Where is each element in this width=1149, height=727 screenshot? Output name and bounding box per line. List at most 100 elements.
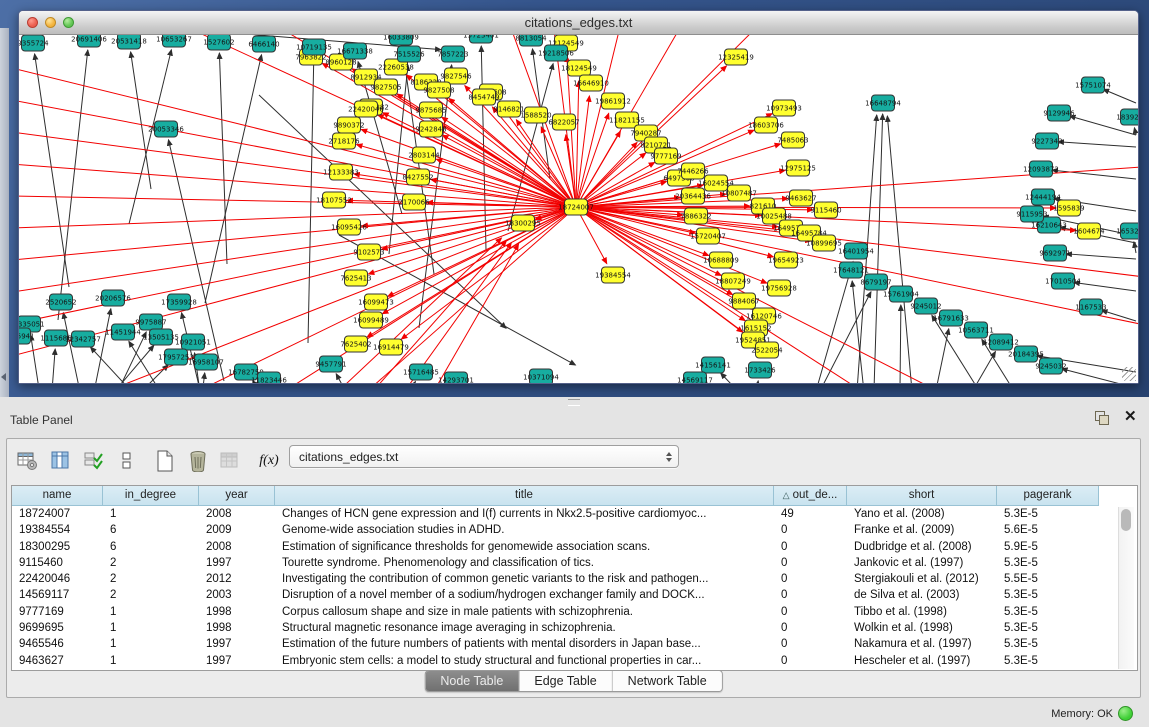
cell-in_degree[interactable]: 6 [103,522,199,538]
delete-button[interactable] [185,449,211,473]
table-row[interactable]: 977716911998Corpus callosum shape and si… [12,604,1137,620]
cell-in_degree[interactable]: 2 [103,571,199,587]
cell-out_de[interactable]: 0 [774,571,847,587]
table-settings-button[interactable] [15,449,41,473]
graph-node-yellow[interactable]: 7886322 [680,208,711,224]
cell-short[interactable]: Yano et al. (2008) [847,506,997,522]
graph-node-yellow[interactable]: 9827505 [370,79,401,95]
graph-node-yellow[interactable]: 10688809 [703,252,739,268]
graph-node-teal[interactable]: 17359928 [161,294,197,310]
cell-name[interactable]: 9699695 [12,620,103,636]
graph-node-yellow[interactable]: 2170066 [398,194,430,210]
table-select-dropdown[interactable]: citations_edges.txt [289,445,679,468]
graph-node-yellow[interactable]: 1595839 [1053,200,1084,216]
graph-node-yellow[interactable]: 19756928 [761,280,797,296]
cell-name[interactable]: 9115460 [12,555,103,571]
cell-year[interactable]: 1998 [199,620,275,636]
graph-node-teal[interactable]: 8813054 [515,35,547,46]
graph-node-yellow[interactable]: 9777169 [650,148,681,164]
graph-node-teal[interactable]: 16791633 [933,310,969,326]
graph-node-yellow[interactable]: 1588520 [520,107,551,123]
graph-node-teal[interactable]: 10653267 [156,35,192,47]
graph-node-yellow[interactable]: 9463627 [785,190,816,206]
graph-node-teal[interactable]: 14569117 [677,372,713,383]
cell-pagerank[interactable]: 5.3E-5 [997,587,1099,603]
graph-node-teal[interactable]: 12444194 [1025,189,1061,205]
cell-year[interactable]: 2008 [199,506,275,522]
graph-node-teal[interactable]: 13505135 [143,329,179,345]
close-panel-icon[interactable]: ✕ [1124,407,1137,425]
cell-out_de[interactable]: 49 [774,506,847,522]
table-row[interactable]: 1938455462009Genome-wide association stu… [12,522,1137,538]
cell-title[interactable]: Genome-wide association studies in ADHD. [275,522,774,538]
graph-node-yellow[interactable]: 9102573 [353,244,384,260]
graph-node-yellow[interactable]: 18107552 [316,192,352,208]
cell-name[interactable]: 18300295 [12,539,103,555]
graph-node-teal[interactable]: 9355724 [19,35,49,51]
cell-in_degree[interactable]: 1 [103,604,199,620]
graph-node-teal[interactable]: 20531418 [111,35,147,49]
cell-name[interactable]: 22420046 [12,571,103,587]
graph-node-yellow[interactable]: 2718176 [328,133,360,149]
graph-node-yellow[interactable]: 7625413 [340,270,371,286]
column-header-in_degree[interactable]: in_degree [103,486,199,506]
cell-pagerank[interactable]: 5.3E-5 [997,636,1099,652]
graph-node-yellow[interactable]: 1604674 [1073,223,1105,239]
cell-name[interactable]: 9465546 [12,636,103,652]
panel-splitter[interactable] [568,399,580,406]
table-scrollbar-thumb[interactable] [1121,509,1131,531]
cell-short[interactable]: de Silva et al. (2003) [847,587,997,603]
graph-node-teal[interactable]: 20184395 [1008,346,1044,362]
table-row[interactable]: 2242004622012Investigating the contribut… [12,571,1137,587]
cell-year[interactable]: 2012 [199,571,275,587]
resize-grip[interactable] [1122,367,1136,381]
column-checklist-button[interactable] [81,449,107,473]
graph-node-teal[interactable]: 15723401 [463,35,499,43]
cell-out_de[interactable]: 0 [774,539,847,555]
cell-title[interactable]: Estimation of the future numbers of pati… [275,636,774,652]
graph-node-teal[interactable]: 9692971 [1039,245,1070,261]
graph-node-teal[interactable]: 15761904 [883,286,919,302]
graph-node-yellow[interactable]: 9827508 [423,82,454,98]
graph-node-yellow[interactable]: 6822057 [548,114,579,130]
cell-title[interactable]: Structural magnetic resonance image aver… [275,620,774,636]
cell-year[interactable]: 1998 [199,604,275,620]
cell-name[interactable]: 9777169 [12,604,103,620]
cell-title[interactable]: Embryonic stem cells: a model to study s… [275,653,774,669]
graph-node-teal[interactable]: 14156141 [695,357,731,373]
cell-in_degree[interactable]: 6 [103,539,199,555]
graph-node-yellow[interactable]: 19654923 [768,252,804,268]
graph-node-yellow[interactable]: 9890372 [333,117,364,133]
graph-node-teal[interactable]: 7857223 [437,46,468,62]
cell-pagerank[interactable]: 5.6E-5 [997,522,1099,538]
cell-short[interactable]: Jankovic et al. (1997) [847,555,997,571]
graph-node-teal[interactable]: 16033809 [383,35,419,45]
cell-short[interactable]: Tibbo et al. (1998) [847,604,997,620]
cell-name[interactable]: 14569117 [12,587,103,603]
column-header-out_de[interactable]: △out_de... [774,486,847,506]
graph-node-teal[interactable]: 16401954 [838,243,874,259]
cell-name[interactable]: 19384554 [12,522,103,538]
cell-year[interactable]: 1997 [199,555,275,571]
tab-node-table[interactable]: Node Table [425,671,519,691]
new-document-button[interactable] [152,449,178,473]
cell-short[interactable]: Hescheler et al. (1997) [847,653,997,669]
graph-node-teal[interactable]: 10563711 [958,322,994,338]
cell-in_degree[interactable]: 1 [103,653,199,669]
float-panel-icon[interactable] [1095,411,1111,426]
cell-title[interactable]: Corpus callosum shape and size in male p… [275,604,774,620]
table-row[interactable]: 1872400712008Changes of HCN gene express… [12,506,1137,522]
cell-title[interactable]: Disruption of a novel member of a sodium… [275,587,774,603]
table-row[interactable]: 911546021997Tourette syndrome. Phenomeno… [12,555,1137,571]
graph-node-teal[interactable]: 10371094 [523,369,559,383]
cell-year[interactable]: 2009 [199,522,275,538]
column-header-pagerank[interactable]: pagerank [997,486,1099,506]
graph-node-teal[interactable]: 9245032 [1035,358,1066,374]
graph-node-yellow[interactable]: 12975125 [780,160,816,176]
graph-node-teal[interactable]: 9245012 [910,298,941,314]
show-columns-button[interactable] [48,449,74,473]
graph-node-yellow[interactable]: 9884067 [728,293,759,309]
cell-short[interactable]: Stergiakouli et al. (2012) [847,571,997,587]
cell-pagerank[interactable]: 5.9E-5 [997,539,1099,555]
graph-node-yellow[interactable]: 9242848 [415,121,446,137]
